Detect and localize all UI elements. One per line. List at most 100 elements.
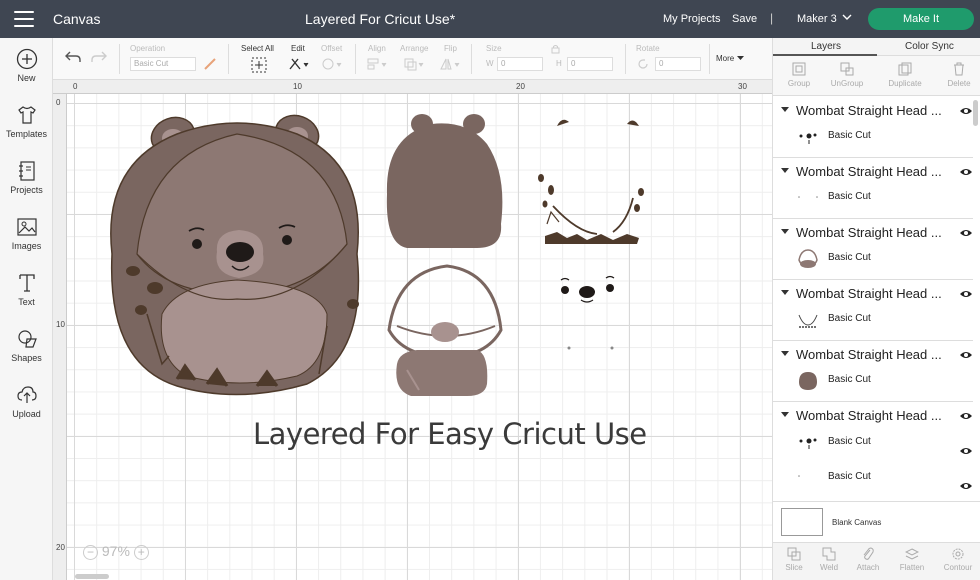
offset-label: Offset [321,44,343,53]
tab-color-sync[interactable]: Color Sync [905,41,954,52]
layer-title[interactable]: Wombat Straight Head ... [796,164,942,179]
upload-tool[interactable]: Upload [0,384,53,419]
projects-tool[interactable]: Projects [0,160,53,195]
group-button[interactable]: Group [773,61,825,88]
visibility-eye-icon[interactable] [959,106,973,116]
pen-color-icon[interactable] [203,57,217,71]
width-input[interactable]: 0 [497,57,543,71]
undo-icon[interactable] [64,50,82,64]
visibility-eye-icon[interactable] [959,350,973,360]
layer-title[interactable]: Wombat Straight Head ... [796,225,942,240]
align-label: Align [368,44,386,53]
projects-label: Projects [10,185,43,195]
weld-button[interactable]: Weld [808,547,850,572]
toolbar-divider [119,44,120,74]
blank-canvas-swatch[interactable] [781,508,823,536]
new-tool[interactable]: New [0,48,53,83]
layer-operation: Basic Cut [828,374,871,385]
layer-group[interactable]: Wombat Straight Head ... Basic Cut [773,158,973,219]
layer-group[interactable]: Wombat Straight Head ... Basic Cut [773,341,973,402]
collapse-caret-icon[interactable] [781,107,789,112]
visibility-eye-icon[interactable] [959,446,973,456]
layer-group[interactable]: Wombat Straight Head ... Basic Cut [773,97,973,158]
collapse-caret-icon[interactable] [781,351,789,356]
visibility-eye-icon[interactable] [959,167,973,177]
flatten-button[interactable]: Flatten [891,547,933,572]
layer-title[interactable]: Wombat Straight Head ... [796,408,942,423]
visibility-eye-icon[interactable] [959,481,973,491]
collapse-caret-icon[interactable] [781,229,789,234]
rotate-input[interactable]: 0 [655,57,701,71]
outline-face-layer[interactable] [387,264,503,396]
ruler-h-30: 30 [738,82,747,91]
attach-button[interactable]: Attach [847,547,889,572]
more-menu[interactable]: More [716,54,734,63]
shapes-tool[interactable]: Shapes [0,328,53,363]
contour-button[interactable]: Contour [937,547,979,572]
zoom-out-button[interactable]: − [83,544,98,560]
blank-canvas-row[interactable]: Blank Canvas [773,501,980,542]
delete-button[interactable]: Delete [933,61,980,88]
lock-icon[interactable] [551,44,560,54]
select-all-icon[interactable] [251,57,267,73]
layer-group[interactable]: Wombat Straight Head ... Basic Cut Basic… [773,402,973,502]
ruler-h-20: 20 [516,82,525,91]
more-caret-icon[interactable] [737,56,744,61]
horizontal-ruler: 0 10 20 30 [53,80,772,94]
layer-title[interactable]: Wombat Straight Head ... [796,286,942,301]
canvas-title-text[interactable]: Layered For Easy Cricut Use [253,417,647,451]
blank-canvas-label: Blank Canvas [832,518,882,527]
tab-layers[interactable]: Layers [811,41,841,52]
weld-label: Weld [819,563,839,572]
machine-selector[interactable]: Maker 3 [797,13,837,25]
collapse-caret-icon[interactable] [781,290,789,295]
new-label: New [17,73,36,83]
layers-scrollbar[interactable] [973,100,978,126]
duplicate-button[interactable]: Duplicate [879,61,931,88]
chevron-down-icon[interactable] [842,12,852,22]
offset-icon[interactable] [321,57,343,71]
layer-title[interactable]: Wombat Straight Head ... [796,347,942,362]
zoom-in-button[interactable]: + [133,544,149,560]
flip-icon[interactable] [439,57,461,71]
arrange-icon[interactable] [403,57,425,71]
edit-tools-icon[interactable] [288,57,310,71]
vertical-ruler: 0 10 20 [53,94,67,580]
horizontal-scrollbar[interactable] [75,574,109,579]
silhouette-layer[interactable] [386,114,503,248]
layer-title[interactable]: Wombat Straight Head ... [796,103,942,118]
make-it-button[interactable]: Make It [868,8,974,30]
visibility-eye-icon[interactable] [959,228,973,238]
layer-thumbnail [798,249,818,268]
ungroup-button[interactable]: UnGroup [821,61,873,88]
toolbar-divider [228,44,229,74]
text-tool[interactable]: Text [0,272,53,307]
operation-select[interactable]: Basic Cut [130,57,196,71]
hamburger-menu-icon[interactable] [14,11,34,27]
layer-thumbnail [798,314,818,328]
flip-label: Flip [444,44,457,53]
wombat-artwork[interactable] [67,94,772,580]
visibility-eye-icon[interactable] [959,411,973,421]
collapse-caret-icon[interactable] [781,412,789,417]
collapse-caret-icon[interactable] [781,168,789,173]
layer-thumbnail [799,372,817,390]
shapes-label: Shapes [11,353,42,363]
visibility-eye-icon[interactable] [959,289,973,299]
layer-group[interactable]: Wombat Straight Head ... Basic Cut [773,280,973,341]
detail-pieces[interactable] [538,119,644,350]
images-tool[interactable]: Images [0,216,53,251]
rotate-icon[interactable] [636,57,650,71]
layer-group[interactable]: Wombat Straight Head ... Basic Cut [773,219,973,280]
height-input[interactable]: 0 [567,57,613,71]
group-label: Group [787,79,811,88]
document-title: Layered For Cricut Use* [305,11,456,27]
redo-icon[interactable] [90,50,108,64]
templates-tool[interactable]: Templates [0,104,53,139]
my-projects-link[interactable]: My Projects [663,13,720,25]
ruler-v-0: 0 [56,98,61,107]
design-canvas[interactable]: 0 10 20 30 0 10 20 Layered For Easy Cric… [53,80,772,580]
assembled-wombat[interactable] [110,110,360,396]
save-button[interactable]: Save [732,13,757,25]
align-icon[interactable] [366,57,388,71]
